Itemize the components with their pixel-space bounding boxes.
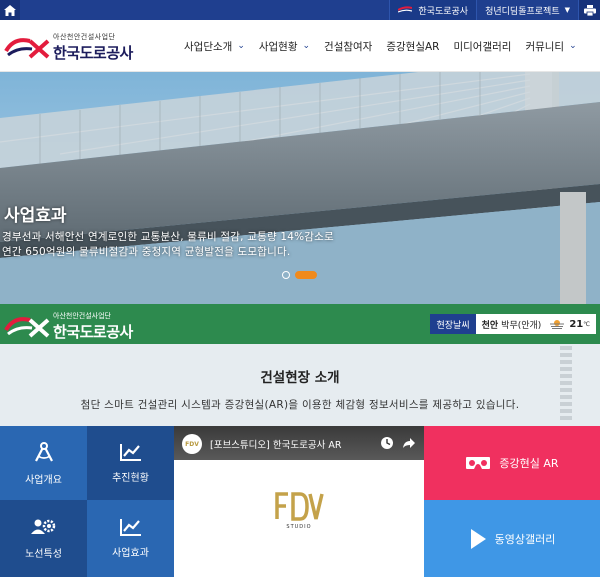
hero-description-line: 연간 650억원의 물류비절감과 중청지역 균형발전을 도모합니다. — [2, 246, 291, 258]
nav-item-label: 미디어갤러리 — [453, 40, 512, 53]
line-chart-icon — [119, 443, 141, 461]
ex-logo-mark — [4, 316, 50, 337]
home-icon — [4, 4, 16, 16]
tile-effect[interactable]: 사업효과 — [87, 500, 174, 577]
chevron-down-icon: ⌄ — [237, 41, 245, 51]
tile-progress[interactable]: 추진현황 — [87, 426, 174, 500]
ex-logo-icon — [397, 6, 413, 14]
tile-label: 사업효과 — [112, 548, 149, 559]
studio-label: STUDIO — [286, 524, 312, 530]
watch-later-icon[interactable] — [380, 436, 394, 450]
hero-slider: 사업효과 경부선과 서해안선 연계로인한 교통분산, 물류비 절감, 교통량 1… — [0, 72, 600, 304]
youth-project-dropdown[interactable]: 청년디딤돌프로젝트 ▼ — [476, 0, 578, 20]
compass-icon — [34, 441, 53, 462]
nav-item-status[interactable]: 사업현황 ⌄ — [259, 39, 310, 54]
site-header: 아산천안건설사업단 한국도로공사 사업단소개 ⌄ 사업현황 ⌄ 건설참여자 증강… — [0, 20, 600, 72]
logo-subtitle: 아산천안건설사업단 — [53, 33, 116, 41]
top-utility-bar: 한국도로공사 청년디딤돌프로젝트 ▼ — [0, 0, 600, 20]
nav-item-about[interactable]: 사업단소개 ⌄ — [184, 39, 245, 54]
hero-description: 경부선과 서해안선 연계로인한 교통분산, 물류비 절감, 교통량 14%감소로… — [2, 230, 334, 260]
nav-item-community[interactable]: 커뮤니티 ⌄ — [525, 39, 576, 54]
intro-description: 첨단 스마트 건설관리 시스템과 증강현실(AR)을 이용한 체감형 정보서비스… — [80, 399, 520, 411]
tile-overview[interactable]: 사업개요 — [0, 426, 87, 500]
logo-title: 한국도로공사 — [53, 44, 133, 62]
intro-title: 건설현장 소개 — [260, 370, 340, 386]
tile-label: 노선특성 — [25, 549, 62, 560]
slider-pagination — [282, 271, 322, 279]
chevron-down-icon: ⌄ — [569, 41, 577, 51]
nav-item-label: 사업현황 — [258, 40, 298, 53]
hero-title: 사업효과 — [4, 206, 67, 226]
nav-item-label: 증강현실AR — [386, 40, 440, 53]
ar-quicklink[interactable]: 증강현실 AR — [424, 426, 600, 500]
slide-dot[interactable] — [282, 271, 290, 279]
nav-item-label: 건설참여자 — [324, 40, 373, 53]
channel-avatar[interactable]: FDV — [182, 434, 202, 454]
chevron-down-icon: ⌄ — [302, 41, 311, 51]
weather-place: 천안 — [481, 320, 499, 331]
line-chart-icon — [119, 519, 141, 536]
weather-location: 천안 박무(안개) — [476, 314, 548, 334]
fog-icon — [547, 314, 567, 334]
youth-project-label: 청년디딤돌프로젝트 — [485, 6, 560, 17]
print-icon — [583, 4, 596, 16]
tile-route[interactable]: 노선특성 — [0, 500, 87, 577]
ex-site-link[interactable]: 한국도로공사 — [389, 0, 477, 20]
gallery-label: 동영상갤러리 — [494, 532, 556, 546]
band-logo: 아산천안건설사업단 한국도로공사 — [4, 311, 133, 342]
site-logo[interactable]: 아산천안건설사업단 한국도로공사 — [4, 32, 133, 63]
nav-item-label: 커뮤니티 — [525, 40, 565, 53]
vr-headset-icon — [466, 457, 491, 469]
share-icon[interactable] — [402, 436, 416, 450]
video-title[interactable]: [포브스튜디오] 한국도로공사 AR — [210, 437, 341, 451]
fdv-logo-icon — [275, 492, 324, 521]
page: 한국도로공사 청년디딤돌프로젝트 ▼ 아산천안건설사업단 한국도로공사 사업단소… — [0, 0, 600, 577]
print-button[interactable] — [578, 0, 600, 20]
slide-dot-active[interactable] — [295, 271, 317, 279]
ex-site-label: 한국도로공사 — [418, 6, 469, 17]
ex-logo-mark — [4, 35, 50, 61]
weather-widget: 현장날씨 천안 박무(안개) 21 ℃ — [430, 314, 596, 334]
main-nav: 사업단소개 ⌄ 사업현황 ⌄ 건설참여자 증강현실AR 미디어갤러리 커뮤니티 … — [184, 20, 591, 72]
bridge-image — [0, 72, 600, 304]
band-logo-subtitle: 아산천안건설사업단 — [53, 312, 111, 320]
tile-label: 추진현황 — [112, 472, 149, 484]
nav-item-media-gallery[interactable]: 미디어갤러리 — [453, 39, 511, 54]
tile-label: 사업개요 — [25, 474, 62, 486]
weather-state: 박무(안개) — [501, 320, 542, 331]
site-band: 아산천안건설사업단 한국도로공사 현장날씨 천안 박무(안개) 21 ℃ — [0, 304, 600, 344]
weather-temperature: 21 ℃ — [567, 314, 596, 334]
band-logo-title: 한국도로공사 — [53, 323, 133, 341]
weather-temp-value: 21 — [569, 318, 584, 330]
channel-name: FDV — [185, 440, 199, 448]
nav-item-label: 사업단소개 — [184, 40, 233, 53]
weather-temp-unit: ℃ — [583, 320, 590, 328]
video-gallery-quicklink[interactable]: 동영상갤러리 — [424, 500, 600, 577]
weather-label: 현장날씨 — [430, 314, 476, 334]
video-player[interactable]: FDV [포브스튜디오] 한국도로공사 AR STUDIO — [174, 426, 424, 577]
nav-item-participants[interactable]: 건설참여자 — [324, 39, 372, 54]
hero-description-line: 경부선과 서해안선 연계로인한 교통분산, 물류비 절감, 교통량 14%감소로 — [2, 231, 334, 243]
site-intro: 건설현장 소개 첨단 스마트 건설관리 시스템과 증강현실(AR)을 이용한 체… — [0, 344, 600, 426]
home-button[interactable] — [0, 0, 20, 20]
nav-item-ar[interactable]: 증강현실AR — [386, 39, 439, 54]
users-gear-icon — [30, 519, 55, 534]
play-icon — [470, 528, 486, 549]
caret-down-icon: ▼ — [564, 6, 570, 14]
ar-label: 증강현실 AR — [499, 457, 559, 470]
